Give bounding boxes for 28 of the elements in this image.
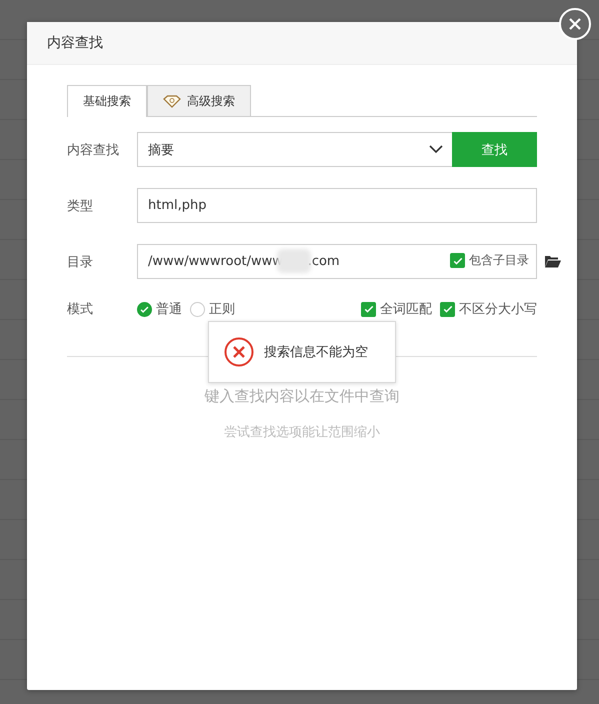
check-icon [362,303,374,315]
tab[interactable]: 高级搜索 [147,85,251,116]
field-label: 内容查找 [67,142,120,158]
empty-hint: 尝试查找选项能让范围缩小 [224,424,380,441]
error-icon [224,337,254,367]
radio-button[interactable] [190,302,205,316]
radio-label: 普通 [156,300,182,318]
checkbox[interactable] [450,253,465,268]
field-label: 模式 [67,301,94,318]
toast-message: 搜索信息不能为空 [264,344,368,361]
diamond-icon [163,94,181,108]
close-button[interactable] [559,8,591,40]
folder-icon[interactable] [545,255,561,268]
close-icon [567,16,583,32]
checkbox[interactable] [440,302,455,316]
radio-label: 正则 [209,301,235,318]
checkbox[interactable] [361,302,376,316]
field-label: 类型 [67,198,94,214]
radio-button[interactable] [137,302,152,316]
checkbox-label: 全词匹配 [380,301,432,318]
tab[interactable]: 基础搜索 [67,85,147,117]
check-icon [442,303,454,315]
empty-title: 键入查找内容以在文件中查询 [204,387,400,406]
dialog-title: 内容查找 [47,34,103,52]
checkbox-label: 不区分大小写 [459,301,537,318]
field-label: 目录 [67,254,94,270]
checkbox-label: 包含子目录 [469,252,529,269]
type-field[interactable]: html,php [137,188,537,223]
